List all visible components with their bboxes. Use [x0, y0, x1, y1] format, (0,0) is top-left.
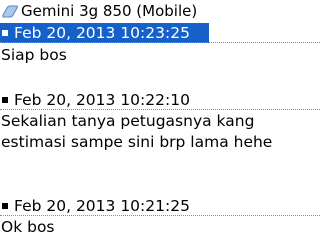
- message-line: Siap bos: [1, 46, 67, 64]
- message-header[interactable]: Feb 20, 2013 10:23:25: [0, 23, 209, 43]
- message-timestamp: Feb 20, 2013 10:23:25: [14, 24, 190, 42]
- message-timestamp: Feb 20, 2013 10:21:25: [14, 197, 190, 215]
- bullet-icon: [2, 97, 8, 103]
- message-line: estimasi sampe sini brp lama hehe: [1, 133, 273, 151]
- bullet-icon: [2, 30, 8, 36]
- message-timestamp: Feb 20, 2013 10:22:10: [14, 91, 190, 109]
- divider: [0, 215, 320, 216]
- chat-bubble-icon: [1, 4, 19, 18]
- bullet-icon: [2, 203, 8, 209]
- divider: [0, 109, 320, 110]
- contact-name: Gemini 3g 850 (Mobile): [21, 1, 198, 20]
- message-body[interactable]: Ok bos: [1, 217, 319, 238]
- message-body[interactable]: Siap bos: [1, 45, 319, 66]
- message-header[interactable]: Feb 20, 2013 10:21:25: [0, 196, 320, 216]
- message-header[interactable]: Feb 20, 2013 10:22:10: [0, 90, 320, 110]
- divider: [0, 42, 320, 43]
- message-line: Ok bos: [1, 218, 55, 236]
- message-line: Sekalian tanya petugasnya kang: [1, 112, 255, 130]
- conversation-title-bar: Gemini 3g 850 (Mobile): [0, 0, 320, 21]
- message-body[interactable]: Sekalian tanya petugasnya kang estimasi …: [1, 111, 319, 153]
